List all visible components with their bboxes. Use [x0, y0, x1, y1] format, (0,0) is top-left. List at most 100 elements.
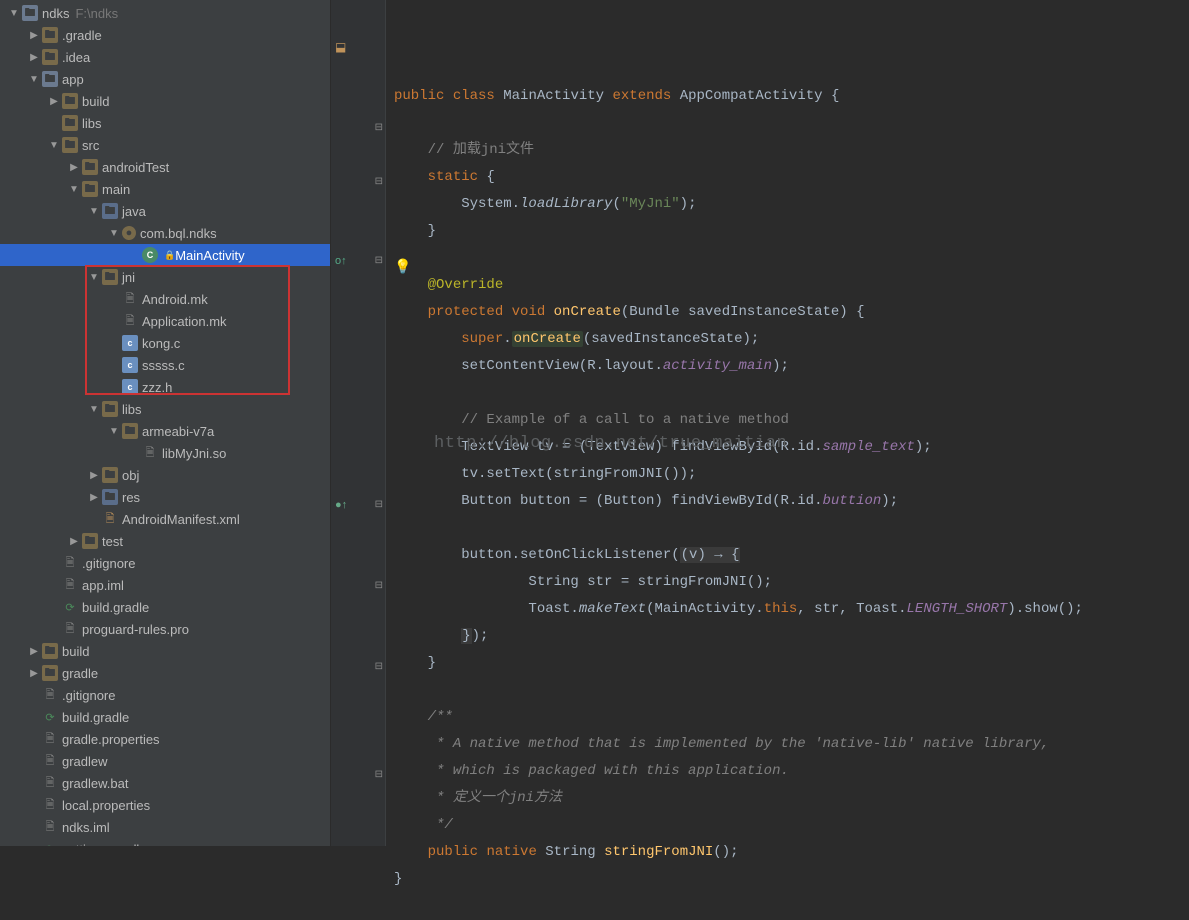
chevron-down-icon[interactable]: ▼ [28, 73, 40, 85]
fold-icon[interactable]: ⊟ [375, 499, 383, 510]
tree-item-libMyJni-so[interactable]: 🗎libMyJni.so [0, 442, 330, 464]
tree-item-label: .idea [62, 50, 90, 65]
tree-item--idea[interactable]: ▶🖿.idea [0, 46, 330, 68]
chevron-down-icon[interactable]: ▼ [88, 403, 100, 415]
tree-item-com-bql-ndks[interactable]: ▼●com.bql.ndks [0, 222, 330, 244]
fold-icon[interactable]: ⊟ [375, 176, 383, 187]
tree-item-jni[interactable]: ▼🖿 jni [0, 266, 330, 288]
folder-icon: 🖿 [102, 269, 118, 285]
tree-item-build[interactable]: ▶🖿build [0, 90, 330, 112]
tree-item-local-properties[interactable]: 🗎local.properties [0, 794, 330, 816]
related-file-icon[interactable]: ⬓ [335, 40, 346, 54]
gutter[interactable]: ⬓ ⊟ ⊟ o↑ ⊟ ●↑ ⊟ ⊟ ⊟ ⊟ [331, 0, 386, 846]
tree-item-sssss-c[interactable]: csssss.c [0, 354, 330, 376]
tree-item-Application-mk[interactable]: 🗎Application.mk [0, 310, 330, 332]
folder-icon: 🖿 [62, 93, 78, 109]
chevron-down-icon[interactable]: ▼ [108, 227, 120, 239]
tree-item-app[interactable]: ▼🖿app [0, 68, 330, 90]
chevron-right-icon[interactable]: ▶ [28, 667, 40, 679]
lock-icon: 🔒 [164, 250, 175, 261]
tree-item-res[interactable]: ▶🖿res [0, 486, 330, 508]
chevron-right-icon[interactable]: ▶ [68, 161, 80, 173]
kw-class: class [453, 88, 495, 104]
tree-item-main[interactable]: ▼🖿main [0, 178, 330, 200]
tree-item-libs[interactable]: ▼🖿libs [0, 398, 330, 420]
chevron-right-icon[interactable]: ▶ [88, 469, 100, 481]
chevron-down-icon[interactable]: ▼ [68, 183, 80, 195]
chevron-down-icon[interactable]: ▼ [8, 7, 20, 19]
tree-item-gradlew[interactable]: 🗎gradlew [0, 750, 330, 772]
tree-item-libs[interactable]: 🖿libs [0, 112, 330, 134]
code-text: , str, Toast. [797, 601, 906, 617]
tree-item--gradle[interactable]: ▶🖿.gradle [0, 24, 330, 46]
chevron-down-icon[interactable]: ▼ [88, 271, 100, 283]
fold-icon[interactable]: ⊟ [375, 769, 383, 780]
tree-item-label: app.iml [82, 578, 124, 593]
tree-item--gitignore[interactable]: 🗎.gitignore [0, 684, 330, 706]
file-icon: 🗎 [42, 731, 58, 747]
chevron-right-icon[interactable]: ▶ [28, 645, 40, 657]
code-text: ); [915, 439, 932, 455]
folder-icon: 🖿 [102, 401, 118, 417]
brace: } [428, 223, 436, 239]
override-icon[interactable]: o↑ [335, 255, 347, 267]
params: (Bundle savedInstanceState) { [621, 304, 865, 320]
tree-item-build-gradle[interactable]: ⟳build.gradle [0, 596, 330, 618]
project-path: F:\ndks [75, 6, 118, 21]
code-text: Button button = (Button) findViewById(R.… [461, 493, 822, 509]
tree-item-zzz-h[interactable]: czzz.h [0, 376, 330, 398]
file-icon: 🗎 [122, 291, 138, 307]
fold-icon[interactable]: ⊟ [375, 255, 383, 266]
tree-item-settings-gradle[interactable]: ⟳settings.gradle [0, 838, 330, 846]
tree-item-proguard-rules-pro[interactable]: 🗎proguard-rules.pro [0, 618, 330, 640]
tree-item-build-gradle[interactable]: ⟳build.gradle [0, 706, 330, 728]
tree-item-label: jni [122, 270, 135, 285]
tree-item-test[interactable]: ▶🖿test [0, 530, 330, 552]
chevron-right-icon[interactable]: ▶ [28, 29, 40, 41]
new-marker-icon[interactable]: ●↑ [335, 499, 347, 511]
tree-item-java[interactable]: ▼🖿java [0, 200, 330, 222]
fold-icon[interactable]: ⊟ [375, 122, 383, 133]
tree-item-gradle-properties[interactable]: 🗎gradle.properties [0, 728, 330, 750]
tree-item--gitignore[interactable]: 🗎.gitignore [0, 552, 330, 574]
tree-item-label: app [62, 72, 84, 87]
chevron-right-icon[interactable]: ▶ [48, 95, 60, 107]
project-tree-panel[interactable]: ▼🖿ndksF:\ndks▶🖿.gradle▶🖿.idea▼🖿app▶🖿buil… [0, 0, 331, 846]
c-file-icon: c [122, 335, 138, 351]
tree-item-build[interactable]: ▶🖿build [0, 640, 330, 662]
tree-item-gradle[interactable]: ▶🖿gradle [0, 662, 330, 684]
tree-root[interactable]: ▼🖿ndksF:\ndks [0, 2, 330, 24]
tree-item-AndroidManifest-xml[interactable]: 🗎AndroidManifest.xml [0, 508, 330, 530]
tree-item-androidTest[interactable]: ▶🖿androidTest [0, 156, 330, 178]
file-icon: 🗎 [62, 555, 78, 571]
project-name: ndks [42, 6, 69, 21]
fold-icon[interactable]: ⊟ [375, 580, 383, 591]
inspection-bulb[interactable]: 💡 [394, 255, 411, 282]
tree-item-label: gradlew.bat [62, 776, 129, 791]
code-text: ); [772, 358, 789, 374]
chevron-down-icon[interactable]: ▼ [88, 205, 100, 217]
tree-item-label: kong.c [142, 336, 180, 351]
chevron-down-icon[interactable]: ▼ [108, 425, 120, 437]
tree-item-gradlew-bat[interactable]: 🗎gradlew.bat [0, 772, 330, 794]
chevron-right-icon[interactable]: ▶ [68, 535, 80, 547]
code-editor[interactable]: http://blog.csdn.net/true_maitian 💡 publ… [386, 0, 1189, 846]
tree-item-obj[interactable]: ▶🖿obj [0, 464, 330, 486]
tree-item-kong-c[interactable]: c kong.c [0, 332, 330, 354]
tree-item-MainActivity[interactable]: C🔒MainActivity [0, 244, 330, 266]
tree-item-app-iml[interactable]: 🗎app.iml [0, 574, 330, 596]
code-text: (savedInstanceState); [583, 331, 759, 347]
chevron-right-icon[interactable]: ▶ [88, 491, 100, 503]
tree-item-label: gradlew [62, 754, 108, 769]
tree-item-Android-mk[interactable]: 🗎Android.mk [0, 288, 330, 310]
tree-item-src[interactable]: ▼🖿src [0, 134, 330, 156]
folder-icon: 🖿 [62, 137, 78, 153]
const-ref: LENGTH_SHORT [907, 601, 1008, 617]
chevron-down-icon[interactable]: ▼ [48, 139, 60, 151]
file-icon: 🗎 [42, 819, 58, 835]
tree-item-armeabi-v7a[interactable]: ▼🖿armeabi-v7a [0, 420, 330, 442]
tree-item-ndks-iml[interactable]: 🗎ndks.iml [0, 816, 330, 838]
folder-icon: 🖿 [62, 115, 78, 131]
chevron-right-icon[interactable]: ▶ [28, 51, 40, 63]
fold-icon[interactable]: ⊟ [375, 661, 383, 672]
